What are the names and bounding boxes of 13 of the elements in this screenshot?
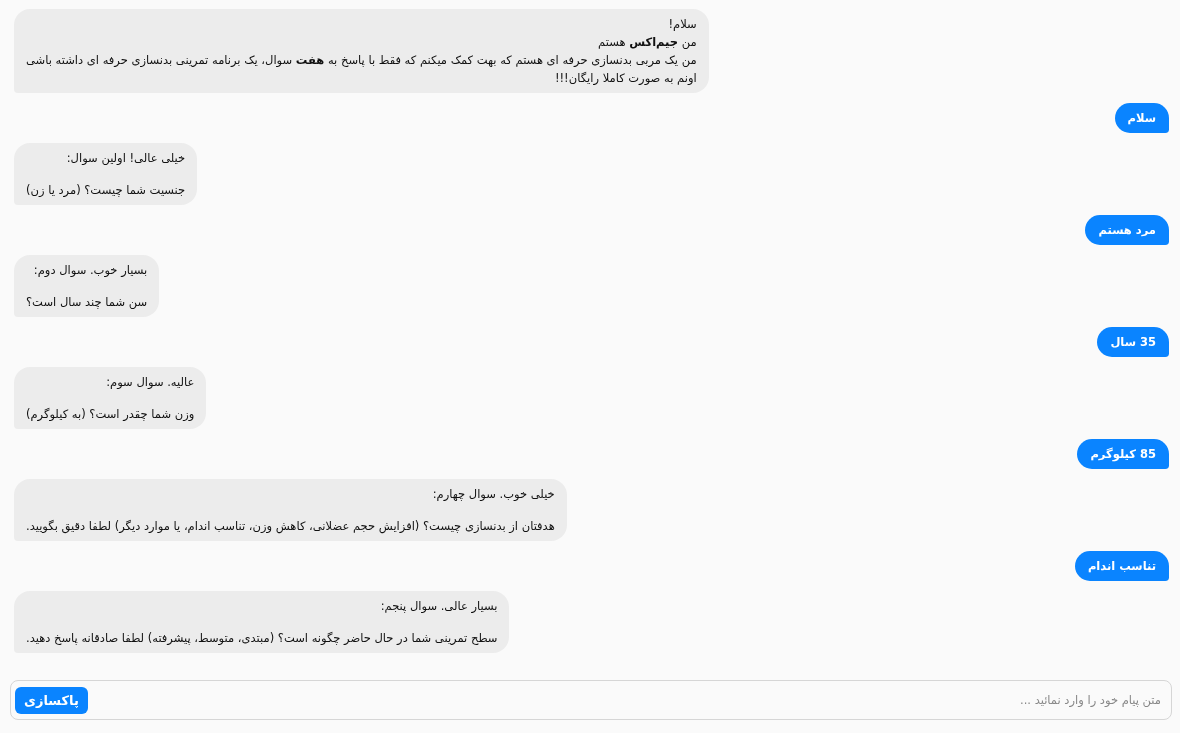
chat-message: 35 سال	[1097, 327, 1169, 357]
chat-message: بسیار عالی. سوال پنجم: سطح تمرینی شما در حال حاضر چگونه است؟ (مبتدی، متوسط، پیشرفته) لطفا صادقانه پاسخ دهید.	[14, 591, 510, 653]
chat-message: خیلی عالی! اولین سوال: جنسیت شما چیست؟ (مرد یا زن)	[14, 143, 198, 205]
chat-message: عالیه. سوال سوم: وزن شما چقدر است؟ (به کیلوگرم)	[14, 367, 207, 429]
chat-message: تناسب اندام	[1074, 551, 1169, 581]
chat-message: سلام	[1114, 103, 1169, 133]
chat-message: 85 کیلوگرم	[1077, 439, 1169, 469]
message-input[interactable]: متن پیام خود را وارد نمائید ... پاکسازی	[10, 680, 1172, 720]
clear-button[interactable]: پاکسازی	[15, 686, 88, 714]
chat-message: بسیار خوب. سوال دوم: سن شما چند سال است؟	[14, 255, 160, 317]
chat-message: سلام! من جیم‌اکس هستم من یک مربی بدنسازی حرفه ای هستم که بهت کمک میکنم که فقط با پاسخ به هفت سوال، یک برنامه تمرینی بدنسازی حرفه ای داشته باشی اونم به صورت کاملا رایگان!!!	[14, 9, 709, 93]
chat-message: مرد هستم	[1085, 215, 1169, 245]
chat-message: خیلی خوب. سوال چهارم: هدفتان از بدنسازی چیست؟ (افزایش حجم عضلانی، کاهش وزن، تناسب اندام، یا موارد دیگر) لطفا دقیق بگویید.	[14, 479, 567, 541]
